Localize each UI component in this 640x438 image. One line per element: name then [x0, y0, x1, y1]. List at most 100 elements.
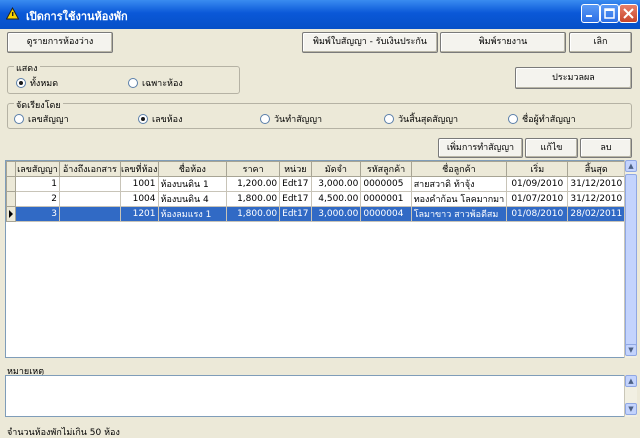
sort-by-room-radio[interactable]: เลขห้อง: [138, 112, 182, 126]
edit-button[interactable]: แก้ไข: [525, 138, 578, 158]
radio-label: เฉพาะห้อง: [142, 79, 183, 89]
cell-room-name: ห้องบนดิน 4: [157, 191, 228, 207]
contracts-table: เลขสัญญา อ้างถึงเอกสาร เลขที่ห้อง ชื่อห้…: [6, 161, 636, 222]
radio-circle: [138, 114, 148, 124]
print-contract-button[interactable]: พิมพ์ใบสัญญา - รับเงินประกัน: [302, 32, 438, 53]
table-row[interactable]: 2 1004 ห้องบนดิน 4 1,800.00 Edt17 4,500.…: [6, 191, 636, 207]
column-header[interactable]: มัดจำ: [310, 161, 362, 177]
column-header[interactable]: เลขที่ห้อง: [119, 161, 159, 177]
cell-unit: Edt17: [279, 206, 312, 222]
window-title: เปิดการใช้งานห้องพัก: [26, 10, 128, 23]
display-group: แสดง ทั้งหมด เฉพาะห้อง: [7, 61, 240, 94]
cell-deposit: 4,500.00: [310, 191, 362, 207]
vacant-rooms-button[interactable]: ดูรายการห้องว่าง: [7, 32, 113, 53]
cell-doc-ref: [58, 176, 121, 192]
radio-label: ทั้งหมด: [30, 79, 59, 89]
status-text: จำนวนห้องพักไม่เกิน 50 ห้อง: [7, 428, 120, 438]
cell-customer-name: ทองคำก้อน โลคมากมา: [410, 191, 508, 207]
notes-scroll-down-icon[interactable]: ▼: [625, 403, 637, 415]
scroll-up-icon[interactable]: ▲: [625, 160, 637, 172]
close-icon: [623, 8, 634, 19]
table-row[interactable]: 1 1001 ห้องบนดิน 1 1,200.00 Edt17 3,000.…: [6, 176, 636, 192]
cell-customer-id: 0000005: [360, 176, 412, 192]
notes-scrollbar[interactable]: ▲ ▼: [624, 375, 637, 417]
cell-doc-ref: [58, 206, 121, 222]
cell-customer-name: สายสวาดิ ท้าจุ้ง: [410, 176, 508, 192]
add-contract-button[interactable]: เพิ่มการทำสัญญา: [438, 138, 523, 158]
column-header[interactable]: ราคา: [226, 161, 281, 177]
current-row-arrow-icon: [9, 210, 13, 218]
cell-unit: Edt17: [279, 191, 312, 207]
cell-doc-ref: [58, 191, 121, 207]
sort-by-end-date-radio[interactable]: วันสิ้นสุดสัญญา: [384, 112, 458, 126]
column-header[interactable]: รหัสลูกค้า: [360, 161, 412, 177]
maximize-button[interactable]: [600, 4, 619, 23]
radio-circle: [384, 114, 394, 124]
radio-label: วันสิ้นสุดสัญญา: [398, 115, 459, 125]
radio-label: เลขสัญญา: [28, 115, 69, 125]
cell-end-date: 31/12/2010: [567, 191, 626, 207]
column-header[interactable]: หน่วย: [279, 161, 312, 177]
sort-group: จัดเรียงโดย เลขสัญญา เลขห้อง วันทำสัญญา …: [7, 98, 632, 129]
exit-button[interactable]: เลิก: [569, 32, 632, 53]
minimize-button[interactable]: [581, 4, 600, 23]
column-header[interactable]: อ้างถึงเอกสาร: [58, 161, 121, 177]
row-indicator[interactable]: [6, 206, 16, 222]
maximize-icon: [604, 8, 615, 19]
cell-room-name: ห้องลมแรง 1: [157, 206, 228, 222]
notes-scroll-up-icon[interactable]: ▲: [625, 375, 637, 387]
close-button[interactable]: [619, 4, 638, 23]
cell-customer-name: โลมาขาว สาวพ้อดีสม: [410, 206, 508, 222]
column-header[interactable]: เลขสัญญา: [15, 161, 60, 177]
cell-end-date: 31/12/2010: [567, 176, 626, 192]
row-indicator[interactable]: [6, 191, 16, 207]
cell-room-no: 1201: [119, 206, 159, 222]
cell-start-date: 01/09/2010: [506, 176, 569, 192]
radio-label: ชื่อผู้ทำสัญญา: [522, 115, 576, 125]
table-row-selected[interactable]: 3 1201 ห้องลมแรง 1 1,800.00 Edt17 3,000.…: [6, 206, 636, 222]
cell-contract: 3: [15, 206, 60, 222]
sort-group-label: จัดเรียงโดย: [14, 98, 63, 112]
radio-label: เลขห้อง: [152, 115, 183, 125]
contracts-grid[interactable]: เลขสัญญา อ้างถึงเอกสาร เลขที่ห้อง ชื่อห้…: [5, 160, 637, 358]
radio-label: วันทำสัญญา: [274, 115, 323, 125]
notes-textarea[interactable]: [5, 375, 637, 417]
cell-start-date: 01/07/2010: [506, 191, 569, 207]
cell-customer-id: 0000001: [360, 191, 412, 207]
column-header[interactable]: ชื่อลูกค้า: [410, 161, 508, 177]
cell-customer-id: 0000004: [360, 206, 412, 222]
cell-unit: Edt17: [279, 176, 312, 192]
cell-contract: 2: [15, 191, 60, 207]
cell-start-date: 01/08/2010: [506, 206, 569, 222]
cell-price: 1,800.00: [226, 206, 281, 222]
grid-vertical-scrollbar[interactable]: ▲ ▼: [624, 160, 637, 358]
cell-price: 1,200.00: [226, 176, 281, 192]
cell-end-date: 28/02/2011: [567, 206, 626, 222]
cell-contract: 1: [15, 176, 60, 192]
row-indicator-header: [6, 161, 16, 177]
cell-room-no: 1001: [119, 176, 159, 192]
column-header[interactable]: สิ้นสุด: [567, 161, 626, 177]
column-header[interactable]: เริ่ม: [506, 161, 569, 177]
radio-circle: [16, 78, 26, 88]
row-indicator[interactable]: [6, 176, 16, 192]
print-report-button[interactable]: พิมพ์รายงาน: [440, 32, 566, 53]
display-all-radio[interactable]: ทั้งหมด: [16, 76, 58, 90]
cell-room-no: 1004: [119, 191, 159, 207]
sort-by-contractor-name-radio[interactable]: ชื่อผู้ทำสัญญา: [508, 112, 576, 126]
column-header[interactable]: ชื่อห้อง: [157, 161, 228, 177]
scroll-thumb[interactable]: [625, 174, 637, 350]
radio-circle: [260, 114, 270, 124]
process-button[interactable]: ประมวลผล: [515, 67, 632, 89]
display-room-only-radio[interactable]: เฉพาะห้อง: [128, 76, 183, 90]
sort-by-contract-radio[interactable]: เลขสัญญา: [14, 112, 69, 126]
delete-button[interactable]: ลบ: [580, 138, 632, 158]
title-bar[interactable]: เปิดการใช้งานห้องพัก: [0, 0, 640, 29]
scroll-down-icon[interactable]: ▼: [625, 344, 637, 356]
sort-by-contract-date-radio[interactable]: วันทำสัญญา: [260, 112, 322, 126]
cell-deposit: 3,000.00: [310, 176, 362, 192]
app-warning-icon: [6, 7, 19, 20]
radio-circle: [508, 114, 518, 124]
minimize-icon: [586, 15, 592, 17]
radio-circle: [128, 78, 138, 88]
